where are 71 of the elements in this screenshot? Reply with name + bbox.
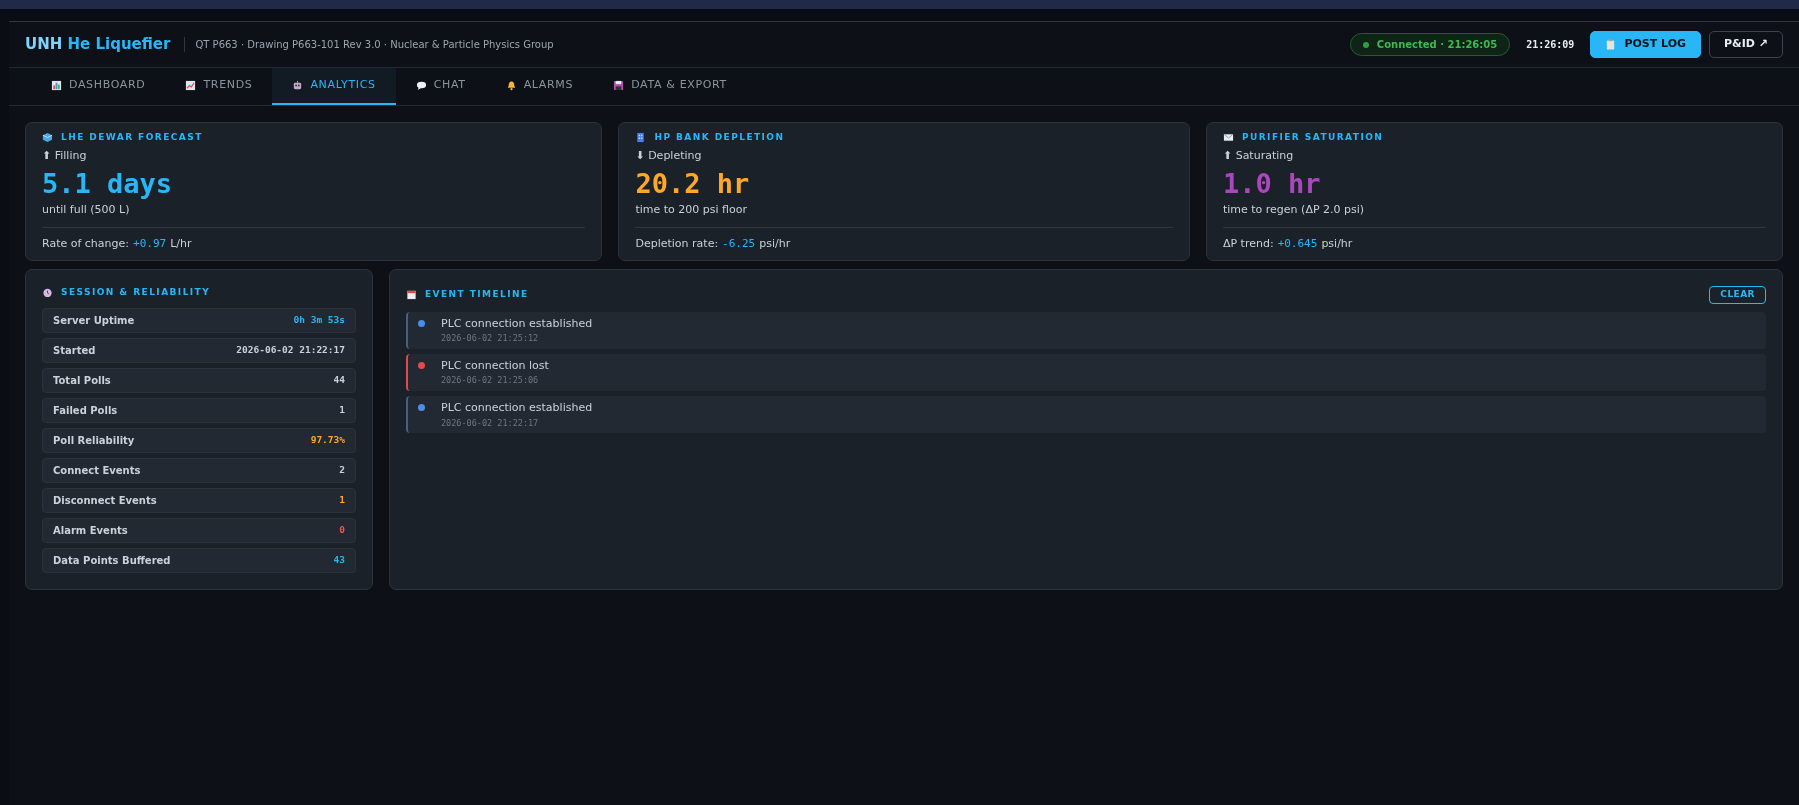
unit-text: L/hr — [170, 236, 192, 250]
calendar-icon — [406, 289, 417, 301]
timer-icon — [42, 287, 53, 299]
rate-value: +0.645 — [1277, 236, 1318, 250]
trend-label: ⬆ Saturating — [1222, 148, 1295, 164]
stat-value: 2026-06-02 21:22:17 — [236, 342, 345, 357]
stat-label: Started — [53, 343, 96, 358]
app-title: UNH He Liquefier — [25, 34, 171, 56]
bar-chart-icon — [51, 79, 62, 91]
forecast-value: 1.0 hr — [1222, 168, 1322, 199]
stat-value: 1 — [339, 492, 345, 507]
stat-label: Connect Events — [53, 463, 141, 478]
cube-icon — [42, 131, 53, 143]
building-icon — [635, 131, 647, 143]
event-time: 2026-06-02 21:25:12 — [441, 332, 540, 345]
stat-value: 2 — [339, 462, 345, 477]
caption-text: until full (500 L) — [42, 202, 131, 219]
rate-value: -6.25 — [722, 236, 756, 250]
stat-label: Alarm Events — [53, 523, 128, 538]
forecast-value: 20.2 hr — [635, 168, 751, 199]
post-log-button[interactable]: POST LOG — [1590, 31, 1702, 58]
unit-text: psi/hr — [1321, 236, 1353, 250]
caption-text: time to 200 psi floor — [635, 202, 748, 219]
tab[interactable]: DATA & EXPORT — [593, 68, 747, 105]
line-chart-icon — [185, 79, 197, 91]
envelope-icon — [1222, 131, 1234, 143]
panel-title: EVENT TIMELINE — [425, 288, 530, 302]
tab[interactable]: DASHBOARD — [31, 68, 166, 105]
stat-value: 43 — [333, 552, 345, 567]
caption-text: time to regen (ΔP 2.0 psi) — [1222, 202, 1366, 219]
trend-label: ⬇ Depleting — [635, 148, 703, 164]
stat-value: 0 — [339, 522, 345, 537]
event-time: 2026-06-02 21:22:17 — [441, 416, 540, 430]
speech-bubble-icon — [415, 79, 427, 91]
stat-label: Data Points Buffered — [53, 553, 171, 568]
stat-value: 97.73% — [310, 432, 345, 447]
card-title: PURIFIER SATURATION — [1241, 130, 1384, 144]
robot-icon — [292, 79, 304, 91]
clear-button[interactable]: CLEAR — [1709, 286, 1766, 304]
tab[interactable]: ANALYTICS — [272, 68, 396, 105]
tab[interactable]: TRENDS — [165, 68, 273, 105]
stat-value: 44 — [333, 372, 345, 387]
stat-label: Disconnect Events — [53, 493, 157, 508]
stat-value: 1 — [339, 402, 345, 417]
connection-status: Connected · 21:26:05 — [1349, 33, 1511, 56]
card-title: LHE DEWAR FORECAST — [61, 130, 203, 144]
forecast-value: 5.1 days — [42, 168, 174, 199]
rate-value: +0.97 — [133, 236, 167, 250]
tab[interactable]: CHAT — [395, 68, 486, 105]
link-button[interactable]: P&ID ↗ — [1709, 31, 1783, 58]
bell-icon — [505, 79, 517, 91]
stat-value: 0h 3m 53s — [293, 312, 345, 327]
unit-text: psi/hr — [759, 236, 791, 250]
rate-label: Depletion rate: — [635, 236, 719, 250]
rate-label: Rate of change: — [42, 236, 129, 250]
stat-label: Poll Reliability — [53, 433, 135, 448]
event-text: PLC connection established — [441, 400, 593, 417]
tab[interactable]: ALARMS — [485, 68, 594, 105]
rate-label: ΔP trend: — [1222, 236, 1274, 250]
clipboard-icon — [1605, 39, 1617, 50]
event-time: 2026-06-02 21:25:06 — [441, 374, 540, 388]
stat-label: Total Polls — [53, 373, 111, 388]
event-text: PLC connection lost — [441, 357, 549, 374]
panel-title: SESSION & RELIABILITY — [61, 286, 211, 300]
stat-label: Server Uptime — [53, 313, 135, 328]
card-title: HP BANK DEPLETION — [654, 130, 785, 144]
subtitle-text: QT P663 · Drawing P663-101 Rev 3.0 · Nuclear & Particle Physics Group — [184, 37, 554, 52]
stat-label: Failed Polls — [53, 403, 118, 418]
event-text: PLC connection established — [441, 315, 593, 332]
clock-text: 21:26:09 — [1526, 38, 1575, 52]
trend-label: ⬆ Filling — [42, 148, 88, 164]
